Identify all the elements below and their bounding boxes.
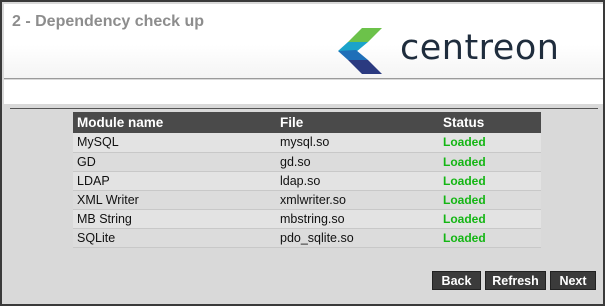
module-file: pdo_sqlite.so — [276, 228, 439, 248]
module-name: XML Writer — [73, 190, 276, 210]
module-status: Loaded — [439, 228, 541, 248]
table-header-row: Module name File Status — [73, 112, 541, 133]
table-row: LDAP ldap.so Loaded — [73, 171, 541, 191]
table-row: GD gd.so Loaded — [73, 152, 541, 172]
refresh-button[interactable]: Refresh — [485, 271, 546, 290]
table-row: XML Writer xmlwriter.so Loaded — [73, 190, 541, 210]
module-name: GD — [73, 152, 276, 172]
module-status: Loaded — [439, 152, 541, 172]
column-header-module: Module name — [73, 112, 276, 133]
module-name: SQLite — [73, 228, 276, 248]
back-button[interactable]: Back — [432, 271, 481, 290]
centreon-logo: centreon — [338, 28, 598, 74]
installer-window: 2 - Dependency check up centreon Module … — [0, 0, 605, 306]
module-status: Loaded — [439, 209, 541, 229]
next-button[interactable]: Next — [550, 271, 596, 290]
module-file: xmlwriter.so — [276, 190, 439, 210]
module-status: Loaded — [439, 171, 541, 191]
table-row: SQLite pdo_sqlite.so Loaded — [73, 228, 541, 248]
column-header-file: File — [276, 112, 439, 133]
module-status: Loaded — [439, 190, 541, 210]
module-file: mbstring.so — [276, 209, 439, 229]
logo-wordmark: centreon — [400, 28, 560, 68]
module-file: mysql.so — [276, 133, 439, 153]
centreon-logo-icon — [338, 28, 382, 74]
main-content: Module name File Status MySQL mysql.so L… — [4, 109, 603, 304]
table-row: MB String mbstring.so Loaded — [73, 209, 541, 229]
header-band — [4, 80, 603, 104]
module-name: LDAP — [73, 171, 276, 191]
table-row: MySQL mysql.so Loaded — [73, 133, 541, 153]
module-file: gd.so — [276, 152, 439, 172]
dependency-table: Module name File Status MySQL mysql.so L… — [73, 112, 541, 248]
module-file: ldap.so — [276, 171, 439, 191]
column-header-status: Status — [439, 112, 541, 133]
module-name: MB String — [73, 209, 276, 229]
step-title: 2 - Dependency check up — [12, 13, 205, 30]
module-status: Loaded — [439, 133, 541, 153]
installer-header: 2 - Dependency check up centreon — [4, 4, 603, 79]
module-name: MySQL — [73, 133, 276, 153]
